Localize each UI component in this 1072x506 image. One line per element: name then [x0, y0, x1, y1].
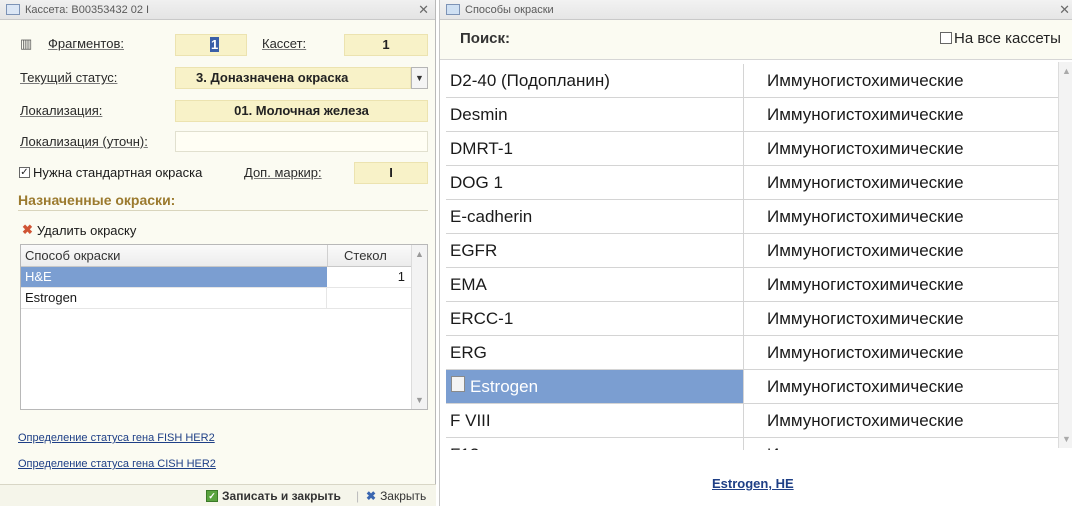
- table-row[interactable]: EMA Иммуногистохимические: [446, 268, 1058, 302]
- row-name: DOG 1: [446, 166, 744, 199]
- grid-cell-method: Estrogen: [21, 288, 327, 308]
- row-name: F VIII: [446, 404, 744, 437]
- cassettes-field[interactable]: 1: [344, 34, 428, 56]
- cish-her2-link[interactable]: Определение статуса гена CISH HER2: [18, 458, 216, 470]
- row-type: Иммуногистохимические: [767, 241, 964, 260]
- table-scrollbar[interactable]: ▲ ▼: [1058, 62, 1072, 448]
- grid-header: Способ окраски Стекол: [21, 245, 427, 267]
- scroll-up-icon[interactable]: ▲: [1062, 66, 1071, 76]
- table-row[interactable]: Desmin Иммуногистохимические: [446, 98, 1058, 132]
- status-field[interactable]: 3. Доназначена окраска: [175, 67, 411, 89]
- delete-icon: ✖: [22, 222, 33, 237]
- cassette-titlebar: Кассета: В00353432 02 I ✕: [0, 0, 435, 20]
- table-row[interactable]: E-cadherin Иммуногистохимические: [446, 200, 1058, 234]
- row-type: Иммуногистохимические: [767, 377, 964, 396]
- divider: [18, 210, 428, 211]
- fragments-field[interactable]: 1: [175, 34, 247, 56]
- search-bar: Поиск: На все кассеты: [440, 20, 1072, 60]
- fragments-value: 1: [210, 37, 220, 52]
- need-standard-label: Нужна стандартная окраска: [33, 165, 203, 180]
- localization-field[interactable]: 01. Молочная железа: [175, 100, 428, 122]
- barcode-icon: ▥: [20, 36, 33, 51]
- localization-spec-input[interactable]: [175, 131, 428, 152]
- delete-stain-button[interactable]: ✖ Удалить окраску: [22, 222, 136, 238]
- col-method[interactable]: Способ окраски: [25, 248, 120, 263]
- row-type: Иммуногистохимические: [767, 309, 964, 328]
- stain-methods-window: Способы окраски ✕ Поиск: На все кассеты …: [439, 0, 1072, 506]
- grid-cell-method: H&E: [21, 267, 327, 287]
- close-icon[interactable]: ✕: [418, 2, 429, 18]
- row-type: Иммуногистохимические: [767, 343, 964, 362]
- extra-marker-field[interactable]: I: [354, 162, 428, 184]
- row-type: Иммуногистохимические: [767, 105, 964, 124]
- all-cassettes-label: На все кассеты: [954, 30, 1061, 47]
- row-type: Иммуногистохимические: [767, 173, 964, 192]
- table-row[interactable]: ERG Иммуногистохимические: [446, 336, 1058, 370]
- row-type: Иммуногистохимические: [767, 207, 964, 226]
- assigned-header: Назначенные окраски:: [18, 192, 176, 208]
- selection-summary-link[interactable]: Estrogen, HE: [712, 476, 794, 491]
- localization-label[interactable]: Локализация:: [20, 103, 102, 118]
- close-x-icon: ✖: [366, 489, 377, 503]
- row-type: Иммуногистохимические: [767, 139, 964, 158]
- table-row[interactable]: DOG 1 Иммуногистохимические: [446, 166, 1058, 200]
- footer-bar: ✓ Записать и закрыть | ✖ Закрыть: [0, 484, 436, 506]
- row-name: ERCC-1: [446, 302, 744, 335]
- stain-methods-titlebar: Способы окраски ✕: [440, 0, 1072, 20]
- separator: |: [356, 489, 360, 503]
- col-count[interactable]: Стекол: [327, 245, 411, 266]
- close-label: Закрыть: [380, 489, 427, 503]
- all-cassettes-checkbox[interactable]: [940, 32, 952, 44]
- chevron-down-icon[interactable]: ▼: [411, 67, 428, 89]
- row-name: ERG: [446, 336, 744, 369]
- row-name: EMA: [446, 268, 744, 301]
- fish-her2-link[interactable]: Определение статуса гена FISH HER2: [18, 432, 215, 444]
- stain-methods-table: D2-40 (Подопланин) Иммуногистохимические …: [446, 64, 1058, 472]
- table-row[interactable]: ERCC-1 Иммуногистохимические: [446, 302, 1058, 336]
- row-name: Desmin: [446, 98, 744, 131]
- table-row-selected[interactable]: Estrogen Иммуногистохимические: [446, 370, 1058, 404]
- save-close-label: Записать и закрыть: [222, 489, 341, 503]
- localization-spec-label[interactable]: Локализация (уточн):: [20, 134, 148, 149]
- row-type: Иммуногистохимические: [767, 411, 964, 430]
- document-icon: [451, 376, 465, 392]
- save-icon: ✓: [206, 490, 218, 502]
- scroll-down-icon[interactable]: ▼: [1062, 434, 1071, 444]
- table-icon: [446, 4, 460, 15]
- row-name: E-cadherin: [446, 200, 744, 233]
- row-type: Иммуногистохимические: [767, 275, 964, 294]
- row-type: Иммуногистохимические: [767, 71, 964, 90]
- table-row[interactable]: D2-40 (Подопланин) Иммуногистохимические: [446, 64, 1058, 98]
- row-name: DMRT-1: [446, 132, 744, 165]
- close-icon[interactable]: ✕: [1059, 2, 1070, 18]
- close-button[interactable]: ✖ Закрыть: [366, 489, 426, 503]
- row-name: Estrogen: [446, 370, 744, 403]
- table-row[interactable]: EGFR Иммуногистохимические: [446, 234, 1058, 268]
- search-label: Поиск:: [460, 30, 511, 47]
- fragments-label[interactable]: Фрагментов:: [48, 36, 124, 51]
- row-name: D2-40 (Подопланин): [446, 64, 744, 97]
- delete-label: Удалить окраску: [36, 222, 137, 238]
- cassette-window: Кассета: В00353432 02 I ✕ ▥ Фрагментов: …: [0, 0, 436, 506]
- grid-row[interactable]: Estrogen: [21, 288, 427, 309]
- need-standard-checkbox[interactable]: ✓: [19, 167, 30, 178]
- stain-methods-title: Способы окраски: [465, 3, 554, 16]
- assigned-stains-grid: Способ окраски Стекол H&E 1 Estrogen ▲ ▼: [20, 244, 428, 410]
- table-row[interactable]: DMRT-1 Иммуногистохимические: [446, 132, 1058, 166]
- save-close-button[interactable]: ✓ Записать и закрыть: [206, 489, 341, 503]
- table-row[interactable]: F VIII Иммуногистохимические: [446, 404, 1058, 438]
- grid-row[interactable]: H&E 1: [21, 267, 427, 288]
- footer-area: Estrogen, HE: [440, 450, 1072, 506]
- grid-scrollbar[interactable]: ▲ ▼: [411, 245, 427, 409]
- row-name: EGFR: [446, 234, 744, 267]
- grid-cell-count: [327, 288, 411, 308]
- window-icon: [6, 4, 20, 15]
- grid-cell-count: 1: [397, 269, 405, 284]
- status-label[interactable]: Текущий статус:: [20, 70, 117, 85]
- window-title: Кассета: В00353432 02 I: [25, 3, 150, 16]
- cassettes-label[interactable]: Кассет:: [262, 36, 306, 51]
- extra-marker-label[interactable]: Доп. маркир:: [244, 165, 322, 180]
